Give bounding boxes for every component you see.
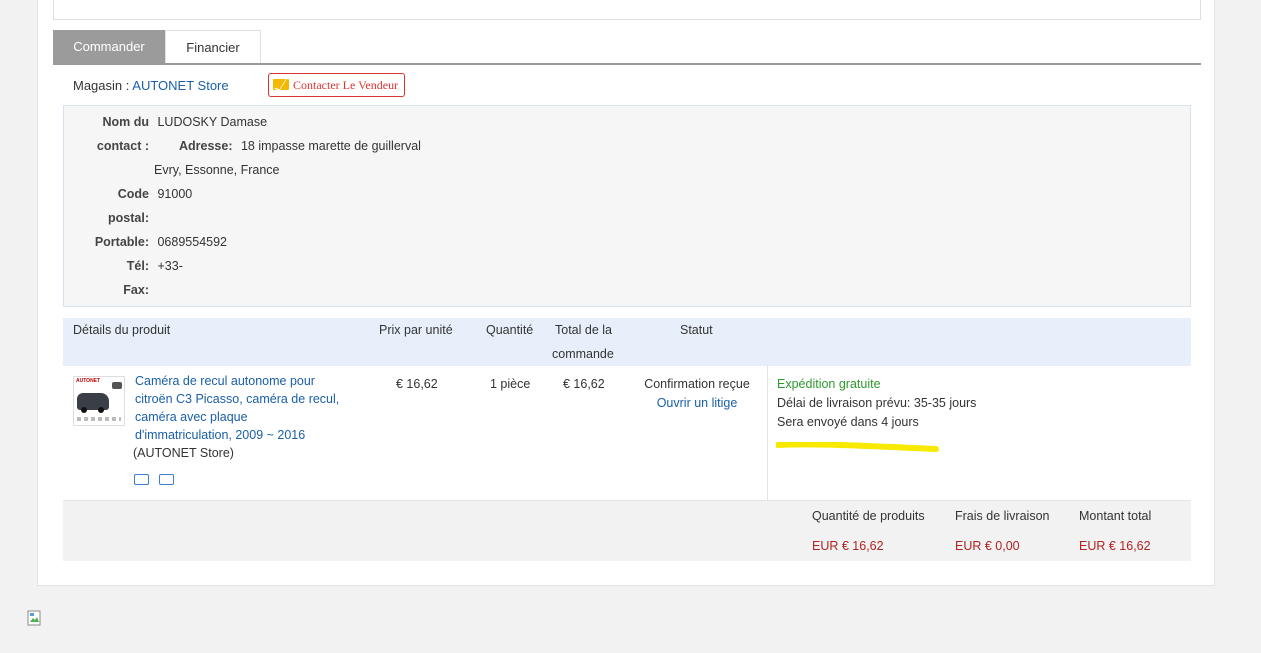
- contact-seller-label: Contacter Le Vendeur: [293, 78, 399, 92]
- envelope-icon: [273, 79, 289, 90]
- phone-key: Tél:: [126, 259, 149, 273]
- header-unit-price: Prix par unité: [379, 323, 453, 337]
- product-store: (AUTONET Store): [133, 446, 234, 460]
- phone-row: Tél: +33-: [64, 254, 183, 278]
- address-key: Adresse:: [178, 139, 233, 153]
- order-panel: Commander Financier Magasin : AUTONET St…: [37, 0, 1215, 586]
- shipping-fee-label: Frais de livraison: [955, 509, 1050, 523]
- delivery-label: Délai de livraison prévu:: [777, 396, 911, 410]
- postal-key-1: Code: [117, 187, 149, 201]
- phone-value: +33-: [157, 259, 183, 273]
- name-key-1: Nom du: [102, 115, 149, 129]
- unit-price: € 16,62: [396, 377, 438, 391]
- car-wheel: [81, 407, 87, 413]
- ship-value: 4 jours: [881, 415, 919, 429]
- shipping-value: EUR € 0,00: [955, 539, 1020, 553]
- header-total-2: commande: [552, 347, 614, 361]
- address-row: contact : Adresse: 18 impasse marette de…: [64, 134, 421, 158]
- camera-shape: [112, 382, 122, 389]
- product-title-line[interactable]: citroën C3 Picasso, caméra de recul,: [135, 390, 339, 408]
- name-value: LUDOSKY Damase: [157, 115, 268, 129]
- mobile-value: 0689554592: [157, 235, 228, 249]
- product-title-line[interactable]: d'immatriculation, 2009 ~ 2016: [135, 426, 339, 444]
- ship-label: Sera envoyé dans: [777, 415, 878, 429]
- delivery-value: 35-35 jours: [913, 396, 977, 410]
- product-thumbnail[interactable]: AUTONET: [73, 376, 125, 426]
- tab-bar: Commander Financier: [53, 30, 1201, 65]
- postal-value: 91000: [157, 187, 193, 201]
- store-label: Magasin :: [73, 78, 130, 93]
- truck-icon[interactable]: [134, 474, 149, 485]
- postal-row: Code 91000: [64, 182, 193, 206]
- delivery-time: Délai de livraison prévu: 35-35 jours: [777, 396, 976, 410]
- store-line: Magasin : AUTONET Store Contacter Le Ven…: [73, 73, 406, 99]
- car-wheel: [98, 407, 104, 413]
- quantity: 1 pièce: [490, 377, 531, 391]
- card-icon[interactable]: [159, 474, 174, 485]
- tab-commander[interactable]: Commander: [53, 30, 165, 63]
- top-box: [53, 0, 1201, 20]
- header-quantity: Quantité: [486, 323, 534, 337]
- tab-financier[interactable]: Financier: [165, 30, 261, 63]
- address-line2: Evry, Essonne, France: [154, 163, 280, 177]
- product-row: AUTONET Caméra de recul autonome pour ci…: [63, 366, 1191, 501]
- header-product: Détails du produit: [73, 323, 171, 337]
- total-value: EUR € 16,62: [1079, 539, 1151, 553]
- product-title[interactable]: Caméra de recul autonome pour citroën C3…: [135, 372, 339, 444]
- header-status: Statut: [680, 323, 713, 337]
- mobile-row: Portable: 0689554592: [64, 230, 227, 254]
- thumbnail-strip: [77, 417, 121, 421]
- name-key-2: contact :: [96, 139, 149, 153]
- fax-key: Fax:: [123, 283, 149, 297]
- broken-image-icon: [27, 610, 41, 626]
- header-total-1: Total de la: [555, 323, 612, 337]
- mobile-key: Portable:: [94, 235, 149, 249]
- open-dispute-link[interactable]: Ouvrir un litige: [627, 396, 767, 410]
- column-divider: [767, 366, 768, 500]
- yellow-highlight-stroke: [776, 442, 939, 452]
- postal-row-2: postal:: [64, 206, 149, 230]
- name-row: Nom du LUDOSKY Damase: [64, 110, 267, 134]
- ship-time: Sera envoyé dans 4 jours: [777, 415, 919, 429]
- address-box: Nom du LUDOSKY Damase contact : Adresse:…: [63, 105, 1191, 307]
- total-amount-label: Montant total: [1079, 509, 1152, 523]
- thumbnail-brand: AUTONET: [76, 378, 101, 384]
- product-title-line[interactable]: caméra avec plaque: [135, 408, 339, 426]
- products-qty-label: Quantité de produits: [812, 509, 925, 523]
- order-summary: Quantité de produits Frais de livraison …: [63, 501, 1191, 561]
- status-text: Confirmation reçue: [644, 377, 750, 391]
- order-total: € 16,62: [563, 377, 605, 391]
- postal-key-2: postal:: [108, 211, 149, 225]
- product-table-header: Détails du produit Prix par unité Quanti…: [63, 318, 1191, 366]
- fax-row: Fax:: [64, 278, 154, 302]
- store-link[interactable]: AUTONET Store: [132, 78, 228, 93]
- product-title-line[interactable]: Caméra de recul autonome pour: [135, 372, 339, 390]
- free-shipping-text: Expédition gratuite: [777, 377, 881, 391]
- contact-seller-button[interactable]: Contacter Le Vendeur: [268, 73, 406, 97]
- products-value: EUR € 16,62: [812, 539, 884, 553]
- address-line1: 18 impasse marette de guillerval: [240, 139, 421, 153]
